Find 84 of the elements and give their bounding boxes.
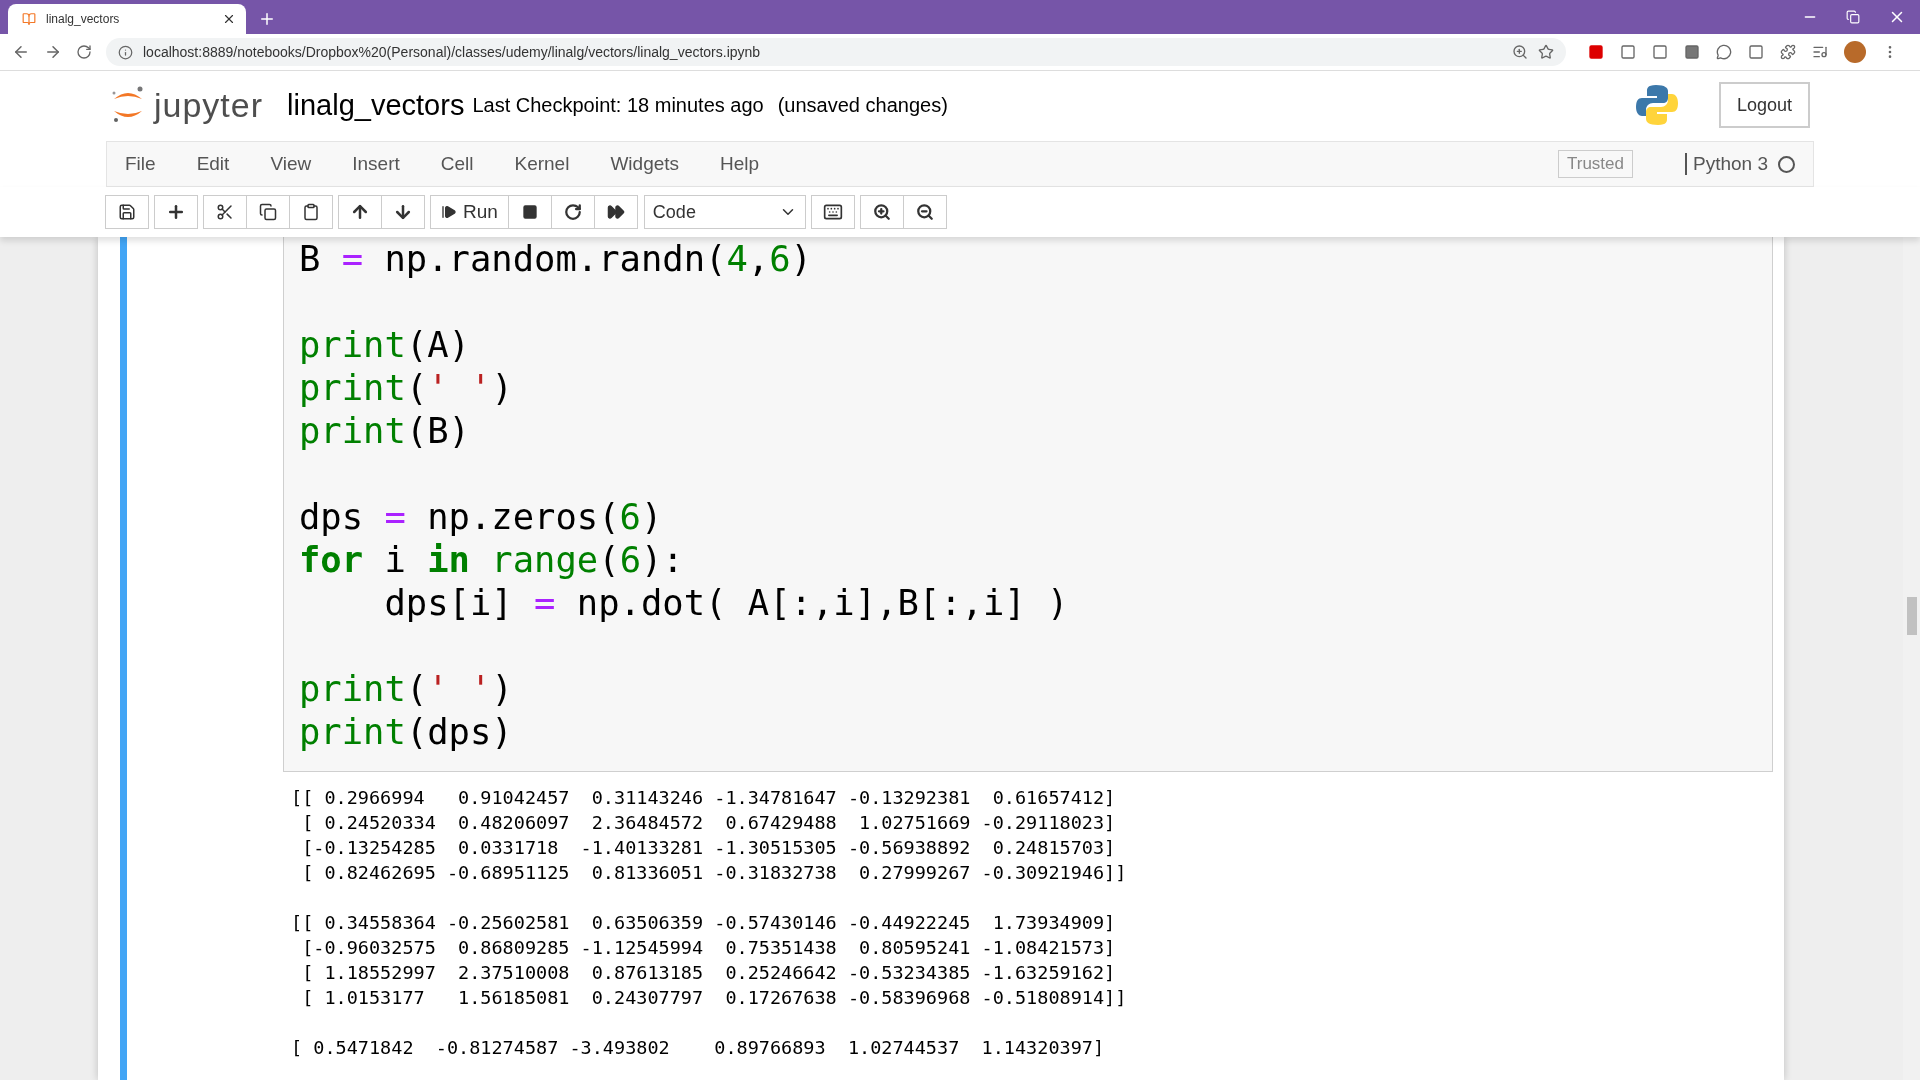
output-line: [ 1.0153177 1.56185081 0.24307797 0.17267638 -0.58396968 -0.51808914]] bbox=[301, 986, 1128, 1010]
copy-icon bbox=[259, 203, 277, 221]
arrow-up-icon bbox=[350, 202, 370, 222]
zoom-out-button[interactable] bbox=[902, 195, 947, 229]
restart-button[interactable] bbox=[550, 195, 595, 229]
chat-icon[interactable] bbox=[1716, 44, 1732, 60]
zoom-in-button[interactable] bbox=[859, 195, 904, 229]
menu-item[interactable]: Widgets bbox=[610, 153, 680, 175]
notebook-icon bbox=[22, 12, 36, 26]
output-line: [[ 0.34558364 -0.25602581 0.63506359 -0.57430146 -0.44922245 1.73934909] bbox=[291, 911, 1117, 935]
paste-button[interactable] bbox=[289, 195, 333, 229]
keyboard-button[interactable] bbox=[810, 195, 855, 229]
output-line: [ 0.82462695 -0.68951125 0.81336051 -0.31832738 0.27999267 -0.30921946]] bbox=[301, 861, 1128, 885]
logout-button[interactable]: Logout bbox=[1718, 82, 1810, 128]
square-icon bbox=[521, 204, 538, 220]
menu-item[interactable]: Kernel bbox=[514, 153, 570, 175]
forward-icon[interactable] bbox=[44, 43, 62, 61]
code-line: print(dps) bbox=[299, 710, 514, 753]
move-down-button[interactable] bbox=[381, 195, 425, 229]
menu-item[interactable]: View bbox=[270, 153, 312, 175]
output-line: [ 0.24520334 0.48206097 2.36484572 0.67429488 1.02751669 -0.29118023] bbox=[301, 811, 1117, 835]
add-cell-button[interactable] bbox=[154, 195, 198, 229]
back-icon[interactable] bbox=[12, 43, 30, 61]
close-icon[interactable] bbox=[222, 12, 236, 26]
restore-icon[interactable] bbox=[1846, 10, 1860, 24]
info-icon bbox=[118, 44, 133, 60]
output-line: [ 1.18552997 2.37510008 0.87613185 0.25246642 -0.53234385 -1.63259162] bbox=[301, 961, 1117, 985]
extension-icon[interactable] bbox=[1588, 44, 1604, 60]
puzzle-icon[interactable] bbox=[1780, 44, 1796, 60]
playlist-icon[interactable] bbox=[1812, 44, 1828, 60]
arrow-down-icon bbox=[393, 202, 413, 222]
extension-icon[interactable] bbox=[1684, 44, 1700, 60]
code-line: for i in range(6): bbox=[299, 538, 685, 581]
output-line: [-0.96032575 0.86809285 -1.12545994 0.75351438 0.80595241 -1.08421573] bbox=[301, 936, 1117, 960]
logo-text: jupyter bbox=[154, 85, 264, 125]
reload-icon[interactable] bbox=[76, 44, 92, 60]
scissors-icon bbox=[216, 203, 234, 221]
cell-type-dropdown[interactable]: Code bbox=[643, 195, 806, 229]
python-logo-icon bbox=[1634, 83, 1679, 127]
keyboard-icon bbox=[822, 202, 843, 222]
browser-tab[interactable]: linalg_vectors bbox=[8, 4, 246, 34]
menu-item[interactable]: Cell bbox=[440, 153, 474, 175]
output-line: [[ 0.2966994 0.91042457 0.31143246 -1.34781647 -0.13292381 0.61657412] bbox=[291, 786, 1117, 810]
extension-icon[interactable] bbox=[1748, 44, 1764, 60]
clipboard-icon bbox=[302, 203, 320, 221]
menu-item[interactable]: Insert bbox=[352, 153, 400, 175]
zoom-out-icon bbox=[915, 203, 934, 221]
plus-icon bbox=[166, 202, 186, 222]
notebook-name[interactable]: linalg_vectors bbox=[287, 88, 465, 122]
copy-button[interactable] bbox=[246, 195, 290, 229]
checkpoint-text: Last Checkpoint: 18 minutes ago bbox=[472, 93, 764, 117]
menu-item[interactable]: Edit bbox=[196, 153, 230, 175]
circular-arrow-icon bbox=[563, 203, 582, 221]
code-line: print(B) bbox=[299, 409, 471, 452]
save-button[interactable] bbox=[105, 195, 149, 229]
kernel-status-icon bbox=[1778, 155, 1795, 173]
output-line: [-0.13254285 0.0331718 -1.40133281 -1.30515305 -0.56938892 0.24815703] bbox=[301, 836, 1117, 860]
move-up-button[interactable] bbox=[338, 195, 382, 229]
cut-button[interactable] bbox=[203, 195, 247, 229]
extension-icon[interactable] bbox=[1652, 44, 1668, 60]
zoom-icon bbox=[1512, 44, 1528, 60]
code-line: print(A) bbox=[299, 323, 471, 366]
menu-item[interactable]: File bbox=[125, 153, 156, 175]
run-all-button[interactable] bbox=[593, 195, 638, 229]
star-icon[interactable] bbox=[1538, 44, 1554, 60]
fast-forward-icon bbox=[606, 203, 625, 221]
avatar[interactable] bbox=[1844, 41, 1866, 63]
kernel-name[interactable]: Python 3 bbox=[1685, 153, 1768, 175]
code-line: print(' ') bbox=[299, 366, 514, 409]
output-line: [ 0.5471842 -0.81274587 -3.493802 0.89766893 1.02744537 1.14320397] bbox=[291, 1036, 1106, 1060]
new-tab-icon[interactable] bbox=[258, 10, 276, 28]
save-status: (unsaved changes) bbox=[777, 93, 948, 117]
address-bar[interactable]: localhost:8889/notebooks/Dropbox%20(Personal)/classes/udemy/linalg/vectors/linalg_vectors.ipynb bbox=[106, 38, 1566, 66]
run-button[interactable]: Run bbox=[430, 195, 509, 229]
code-line: print(' ') bbox=[299, 667, 514, 710]
menu-item[interactable]: Help bbox=[720, 153, 760, 175]
step-forward-icon bbox=[441, 204, 457, 220]
code-line: dps[i] = np.dot( A[:,i],B[:,i] ) bbox=[383, 581, 1070, 624]
zoom-in-icon bbox=[872, 203, 891, 221]
code-line: B = np.random.randn(4,6) bbox=[299, 237, 813, 280]
extension-icon[interactable] bbox=[1620, 44, 1636, 60]
code-input-area[interactable]: B = np.random.randn(4,6) print(A) print(' ') print(B) dps = np.zeros(6) for i in range(6): dps[i] = np.dot( A[:,i],B[:,i] ) print(' ') print(dps) bbox=[283, 237, 1773, 772]
stop-button[interactable] bbox=[507, 195, 552, 229]
code-line: dps = np.zeros(6) bbox=[299, 495, 664, 538]
